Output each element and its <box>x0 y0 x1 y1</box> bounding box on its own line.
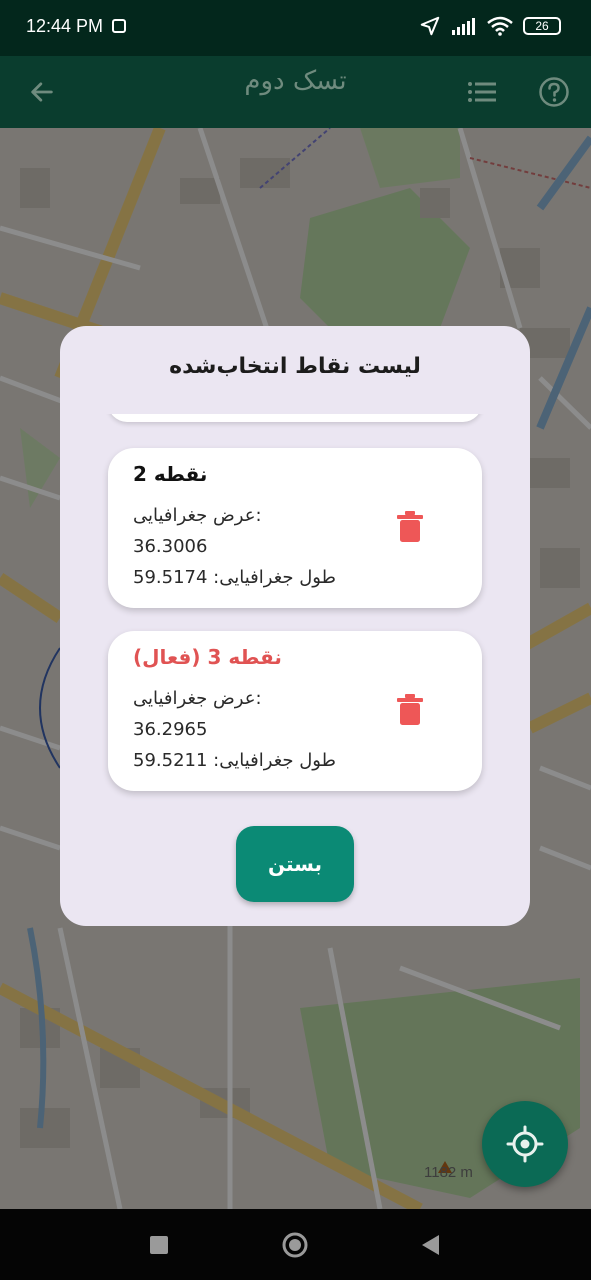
status-bar: 12:44 PM 26 <box>0 0 591 56</box>
latitude-label: عرض جغرافیایی: <box>133 505 262 526</box>
app-bar: تسک دوم <box>0 56 591 128</box>
list-icon <box>468 82 496 102</box>
status-icons: 26 <box>419 15 561 37</box>
latitude-value: 36.3006 <box>133 536 208 557</box>
longitude-line: طول جغرافیایی: 59.5174 <box>133 567 336 588</box>
square-icon <box>150 1236 168 1254</box>
selected-points-dialog: لیست نقاط انتخاب‌شده نقطه 2 عرض جغرافیای… <box>60 326 530 926</box>
delete-point-button[interactable] <box>396 693 424 727</box>
circle-icon <box>282 1232 308 1258</box>
help-circle-icon <box>539 77 569 107</box>
list-button[interactable] <box>458 68 506 116</box>
dialog-title: لیست نقاط انتخاب‌شده <box>169 354 421 379</box>
signal-icon <box>452 18 475 35</box>
longitude-line: طول جغرافیایی: 59.5211 <box>133 750 336 771</box>
recents-button[interactable] <box>143 1229 175 1261</box>
points-list[interactable]: نقطه 2 عرض جغرافیایی: 36.3006 طول جغرافی… <box>60 414 530 814</box>
wifi-icon <box>487 16 513 36</box>
list-item[interactable] <box>108 414 482 422</box>
screenshot-icon <box>112 19 126 33</box>
location-arrow-icon <box>420 16 440 36</box>
delete-point-button[interactable] <box>396 510 424 544</box>
triangle-back-icon <box>422 1235 439 1255</box>
status-time: 12:44 PM <box>26 16 104 36</box>
battery-indicator: 26 <box>523 17 561 35</box>
point-card[interactable]: نقطه 3 (فعال) عرض جغرافیایی: 36.2965 طول… <box>108 631 482 791</box>
point-card[interactable]: نقطه 2 عرض جغرافیایی: 36.3006 طول جغرافی… <box>108 448 482 608</box>
point-title: نقطه 2 <box>133 462 208 486</box>
latitude-value: 36.2965 <box>133 719 208 740</box>
system-nav-bar <box>0 1209 591 1280</box>
latitude-label: عرض جغرافیایی: <box>133 688 262 709</box>
point-title-active: نقطه 3 (فعال) <box>133 645 282 669</box>
close-button[interactable]: بستن <box>236 826 354 902</box>
locate-me-button[interactable] <box>482 1101 568 1187</box>
crosshair-icon <box>506 1125 544 1163</box>
elevation-label: 1182 m <box>424 1164 473 1181</box>
back-nav-button[interactable] <box>414 1229 446 1261</box>
help-button[interactable] <box>530 68 578 116</box>
home-button[interactable] <box>279 1229 311 1261</box>
